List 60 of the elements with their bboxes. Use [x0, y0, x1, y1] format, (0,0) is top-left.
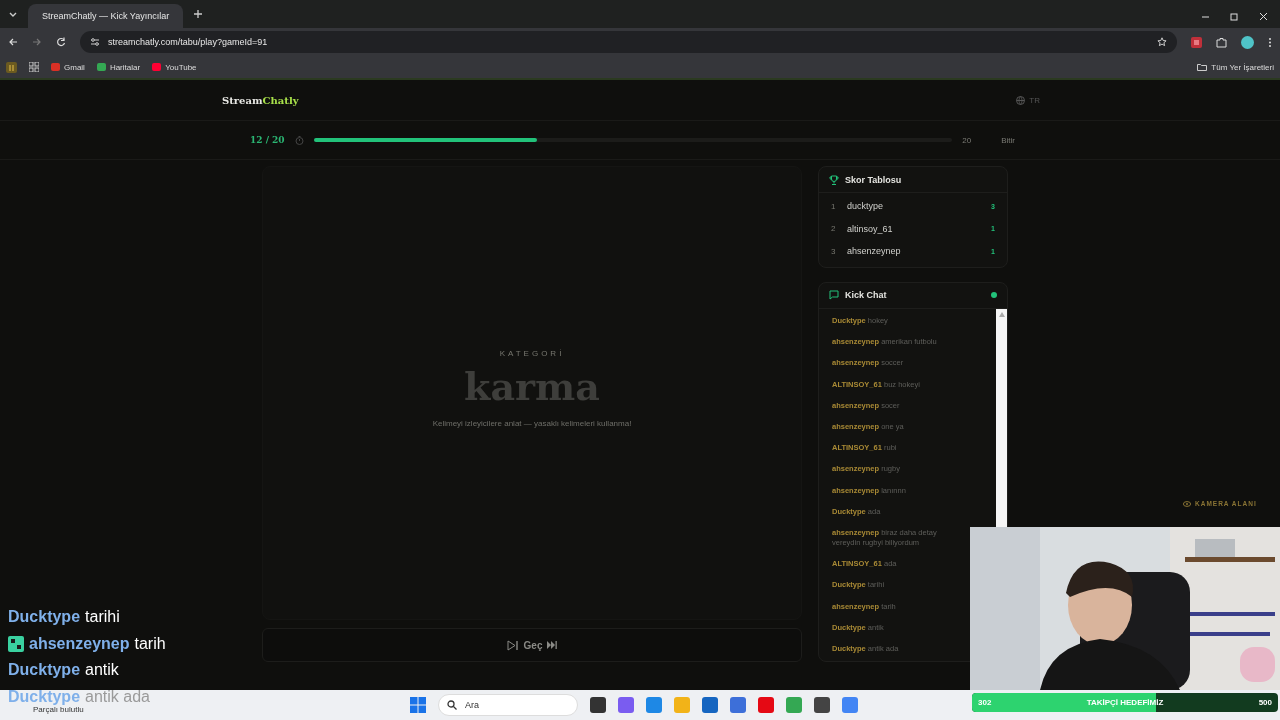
plus-icon[interactable]: [193, 9, 203, 19]
chat-icon: [829, 290, 839, 300]
skip-button[interactable]: Geç: [262, 628, 802, 662]
category-label: KATEGORİ: [499, 349, 565, 358]
stream-chat-text: antik ada: [85, 687, 150, 706]
bookmark-icon: [51, 63, 60, 71]
trophy-icon: [829, 174, 839, 185]
round-counter: 12 / 20: [250, 135, 285, 145]
extension-icon[interactable]: [1191, 36, 1202, 48]
stream-chat-text: tarihi: [85, 608, 120, 627]
address-bar[interactable]: streamchatly.com/tabu/play?gameId=91: [80, 31, 1177, 53]
stream-chat-user: ahsenzeynep: [29, 634, 130, 653]
player-name: ahsenzeynep: [847, 246, 902, 257]
star-icon[interactable]: [1157, 37, 1167, 47]
reload-icon[interactable]: [56, 37, 66, 47]
weather-text: Parçalı bulutlu: [33, 705, 84, 714]
globe-icon: [1016, 95, 1026, 105]
bookmark[interactable]: Haritalar: [96, 62, 141, 72]
logo[interactable]: StreamChatly: [222, 94, 299, 106]
player-name: altinsoy_61: [847, 223, 894, 234]
taskbar-app-icon[interactable]: [814, 697, 830, 713]
stream-chat-user: Ducktype: [8, 687, 81, 706]
bookmark[interactable]: Gmail: [51, 62, 85, 72]
menu-icon[interactable]: [1268, 36, 1272, 48]
stream-chat-text: antik: [85, 661, 119, 680]
search-icon: [447, 700, 457, 710]
avatar-icon[interactable]: [1241, 35, 1254, 49]
skip-forward-icon: [547, 641, 558, 649]
close-icon[interactable]: [1259, 12, 1268, 21]
goal-target: 500: [1258, 698, 1272, 707]
play-icon: [506, 639, 519, 651]
stream-chat-user: Ducktype: [8, 661, 81, 680]
bookmark[interactable]: YouTube: [152, 62, 197, 72]
stream-chat-user: Ducktype: [8, 608, 81, 627]
back-icon[interactable]: [8, 37, 18, 47]
eye-icon: [1183, 500, 1191, 507]
tab-title: StreamChatly — Kick Yayıncılar: [42, 11, 170, 21]
player-name: ducktype: [847, 201, 885, 212]
finish-button[interactable]: Bitir: [1001, 135, 1015, 145]
restore-icon[interactable]: [1230, 12, 1239, 21]
bookmark-icon: [152, 63, 162, 71]
timer-icon: [294, 135, 304, 145]
goal-current: 302: [978, 698, 992, 707]
bookmark-icon: [96, 63, 106, 71]
rank-number: 3: [831, 246, 837, 256]
site-settings-icon[interactable]: [90, 37, 100, 47]
taskbar-search[interactable]: Ara: [438, 694, 578, 716]
taskbar-app-icon[interactable]: [590, 697, 606, 713]
apps-grid-icon[interactable]: [29, 62, 39, 72]
total-rounds: 20: [962, 135, 972, 145]
folder-icon: [1197, 63, 1208, 71]
rank-number: 2: [831, 224, 837, 234]
hint-text: Kelimeyi izleyicilere anlat — yasaklı kelimeleri kullanma!: [432, 419, 632, 428]
stream-chat-text: tarih: [134, 634, 166, 653]
forward-icon[interactable]: [32, 37, 42, 47]
rank-number: 1: [831, 201, 837, 211]
all-bookmarks[interactable]: Tüm Yer İşaretleri: [1197, 62, 1274, 72]
panel-title: Skor Tablosu: [845, 174, 902, 185]
panel-title: Kick Chat: [845, 290, 887, 300]
browser-tab[interactable]: StreamChatly — Kick Yayıncılar: [28, 4, 183, 28]
